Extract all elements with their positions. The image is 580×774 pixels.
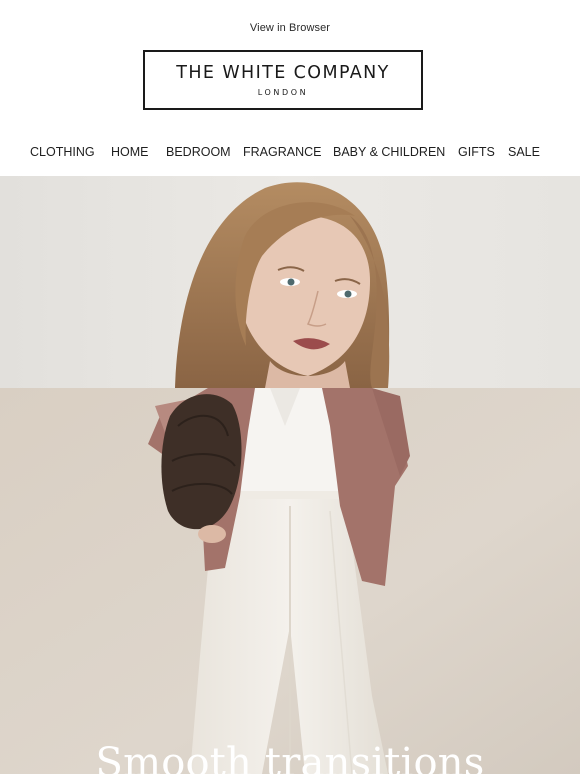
nav-item-home[interactable]: HOME xyxy=(111,145,149,159)
nav-item-clothing[interactable]: CLOTHING xyxy=(30,145,95,159)
main-navigation: CLOTHING HOME BEDROOM FRAGRANCE BABY & C… xyxy=(0,145,580,161)
model-photo-icon xyxy=(0,176,580,774)
brand-sub: LONDON xyxy=(257,88,309,98)
nav-item-gifts[interactable]: GIFTS xyxy=(458,145,495,159)
hero-banner[interactable]: Smooth transitions xyxy=(0,176,580,774)
email-page: View in Browser THE WHITE COMPANY LONDON… xyxy=(0,0,580,774)
nav-item-sale[interactable]: SALE xyxy=(508,145,540,159)
hero-headline: Smooth transitions xyxy=(95,740,485,774)
brand-name: THE WHITE COMPANY xyxy=(176,62,390,83)
nav-item-bedroom[interactable]: BEDROOM xyxy=(166,145,231,159)
view-in-browser-link[interactable]: View in Browser xyxy=(0,22,580,34)
nav-item-baby-children[interactable]: BABY & CHILDREN xyxy=(333,145,445,159)
nav-item-fragrance[interactable]: FRAGRANCE xyxy=(243,145,321,159)
brand-logo[interactable]: THE WHITE COMPANY LONDON xyxy=(143,50,423,110)
